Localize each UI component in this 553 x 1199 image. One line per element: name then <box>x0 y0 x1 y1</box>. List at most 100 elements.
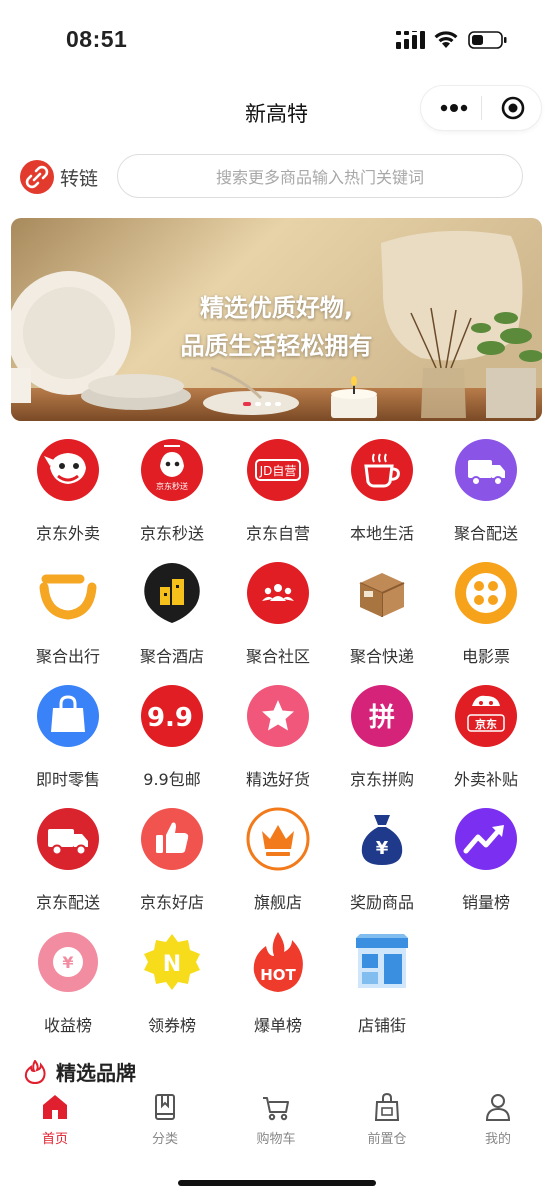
jd-dog-delivery-icon: 京东秒送 <box>141 439 203 501</box>
grid-item-selected-goods[interactable]: 精选好货 <box>228 684 328 794</box>
grid-item-jd-pingou[interactable]: 拼 京东拼购 <box>332 684 432 794</box>
svg-text:拼: 拼 <box>369 703 395 733</box>
grid-item-jd-ziying[interactable]: JD自营 京东自营 <box>228 438 328 548</box>
svg-text:9.9: 9.9 <box>147 703 193 733</box>
close-target-icon[interactable] <box>501 96 525 120</box>
book-icon <box>155 1094 175 1120</box>
grid-item-aggregate-hotel[interactable]: 聚合酒店 <box>122 561 222 671</box>
grid-item-label: 京东外卖 <box>35 524 100 543</box>
nine-nine-icon: 9.9 <box>141 685 203 747</box>
grid-item-aggregate-express[interactable]: 聚合快递 <box>332 561 432 671</box>
promo-banner[interactable]: 精选优质好物, 品质生活轻松拥有 <box>11 218 542 421</box>
grid-item-sales-rank[interactable]: 销量榜 <box>436 807 536 917</box>
status-bar: 08:51 <box>0 0 553 80</box>
coffee-cup-icon <box>351 439 413 501</box>
svg-text:¥: ¥ <box>376 838 389 859</box>
coupon-n-icon: N <box>144 934 200 990</box>
tab-category[interactable]: 分类 <box>110 1088 220 1152</box>
grid-item-label: 领券榜 <box>147 1016 196 1035</box>
grid-item-label: 销量榜 <box>461 893 510 912</box>
grid-item-reward-goods[interactable]: ¥ 奖励商品 <box>332 807 432 917</box>
grid-item-aggregate-community[interactable]: 聚合社区 <box>228 561 328 671</box>
grid-item-nine-nine[interactable]: 9.9 9.9包邮 <box>122 684 222 794</box>
didi-icon <box>37 562 99 624</box>
tab-home[interactable]: 首页 <box>0 1088 110 1152</box>
grid-item-label: 聚合酒店 <box>139 647 204 666</box>
search-input[interactable]: 搜索更多商品输入热门关键词 <box>117 154 523 198</box>
grid-item-label: 聚合配送 <box>453 524 518 543</box>
grid-item-label: 旗舰店 <box>253 893 302 912</box>
grid-item-flagship-store[interactable]: 旗舰店 <box>228 807 328 917</box>
tab-cart[interactable]: 购物车 <box>221 1088 331 1152</box>
pin-icon: 拼 <box>351 685 413 747</box>
grid-item-waimai-subsidy[interactable]: 京东 外卖补贴 <box>436 684 536 794</box>
search-placeholder: 搜索更多商品输入热门关键词 <box>215 168 424 187</box>
trend-up-icon <box>455 808 517 870</box>
link-convert-icon[interactable] <box>20 160 54 194</box>
battery-icon <box>468 31 507 49</box>
tab-label: 首页 <box>41 1132 68 1147</box>
grid-item-label: 京东秒送 <box>139 524 204 543</box>
shopping-bag-icon <box>37 685 99 747</box>
grid-item-label: 店铺街 <box>357 1016 406 1035</box>
crown-icon <box>246 807 310 871</box>
banner-headline-1: 精选优质好物, <box>199 294 354 322</box>
home-indicator[interactable] <box>178 1180 376 1186</box>
delivery-truck-icon <box>37 808 99 870</box>
user-icon <box>485 1094 511 1121</box>
tab-label: 我的 <box>484 1132 511 1147</box>
tab-bar: 首页 分类 购物车 前置仓 我的 <box>0 1088 553 1158</box>
grid-item-movie-ticket[interactable]: 电影票 <box>436 561 536 671</box>
grid-item-instant-retail[interactable]: 即时零售 <box>18 684 118 794</box>
star-badge-icon <box>247 685 309 747</box>
grid-item-aggregate-travel[interactable]: 聚合出行 <box>18 561 118 671</box>
tab-warehouse[interactable]: 前置仓 <box>332 1088 442 1152</box>
mini-program-capsule <box>421 86 541 130</box>
tab-label: 分类 <box>151 1132 178 1147</box>
more-icon[interactable] <box>439 99 469 117</box>
grid-item-aggregate-delivery[interactable]: 聚合配送 <box>436 438 536 548</box>
tab-label: 前置仓 <box>367 1132 407 1147</box>
grid-item-label: 9.9包邮 <box>143 770 201 789</box>
hotel-icon <box>144 563 200 623</box>
jd-dog-icon <box>37 439 99 501</box>
grid-item-label: 京东配送 <box>35 893 100 912</box>
storefront-icon <box>356 934 408 988</box>
grid-item-jd-waimai[interactable]: 京东外卖 <box>18 438 118 548</box>
grid-item-label: 即时零售 <box>35 770 100 789</box>
tab-mine[interactable]: 我的 <box>443 1088 553 1152</box>
grid-item-label: 精选好货 <box>245 770 310 789</box>
link-convert-label[interactable]: 转链 <box>60 164 98 191</box>
jd-dog-badge-icon: 京东 <box>455 685 517 747</box>
grid-item-earnings-rank[interactable]: ¥ 收益榜 <box>18 930 118 1040</box>
grid-item-label: 爆单榜 <box>253 1016 302 1035</box>
svg-text:京东秒送: 京东秒送 <box>156 481 188 491</box>
grid-item-label: 外卖补贴 <box>453 770 518 789</box>
banner-headline-2: 品质生活轻松拥有 <box>180 332 373 360</box>
grid-item-jd-good-store[interactable]: 京东好店 <box>122 807 222 917</box>
grid-item-hot-rank[interactable]: HOT 爆单榜 <box>228 930 328 1040</box>
truck-icon <box>455 439 517 501</box>
money-bag-icon: ¥ <box>361 815 403 865</box>
tab-label: 购物车 <box>256 1132 296 1147</box>
grid-item-store-street[interactable]: 店铺街 <box>332 930 432 1040</box>
grid-item-label: 收益榜 <box>43 1016 92 1035</box>
grid-item-local-life[interactable]: 本地生活 <box>332 438 432 548</box>
svg-text:HOT: HOT <box>260 966 296 984</box>
search-row: 转链 搜索更多商品输入热门关键词 <box>0 152 553 204</box>
grid-item-label: 京东拼购 <box>349 770 414 789</box>
grid-item-jd-miaosong[interactable]: 京东秒送 京东秒送 <box>122 438 222 548</box>
grid-item-label: 本地生活 <box>349 524 414 543</box>
grid-item-jd-delivery[interactable]: 京东配送 <box>18 807 118 917</box>
grid-item-label: 聚合出行 <box>35 647 100 666</box>
grid-item-label: 聚合社区 <box>245 647 310 666</box>
home-icon <box>43 1095 67 1119</box>
grid-item-label: 奖励商品 <box>349 893 414 912</box>
wifi-icon <box>434 31 458 48</box>
fire-icon <box>24 1060 46 1084</box>
capsule-divider <box>481 96 482 120</box>
svg-text:N: N <box>163 952 181 977</box>
grid-item-label: 京东自营 <box>245 524 310 543</box>
grid-item-coupon-rank[interactable]: N 领券榜 <box>122 930 222 1040</box>
cart-icon <box>263 1097 289 1121</box>
